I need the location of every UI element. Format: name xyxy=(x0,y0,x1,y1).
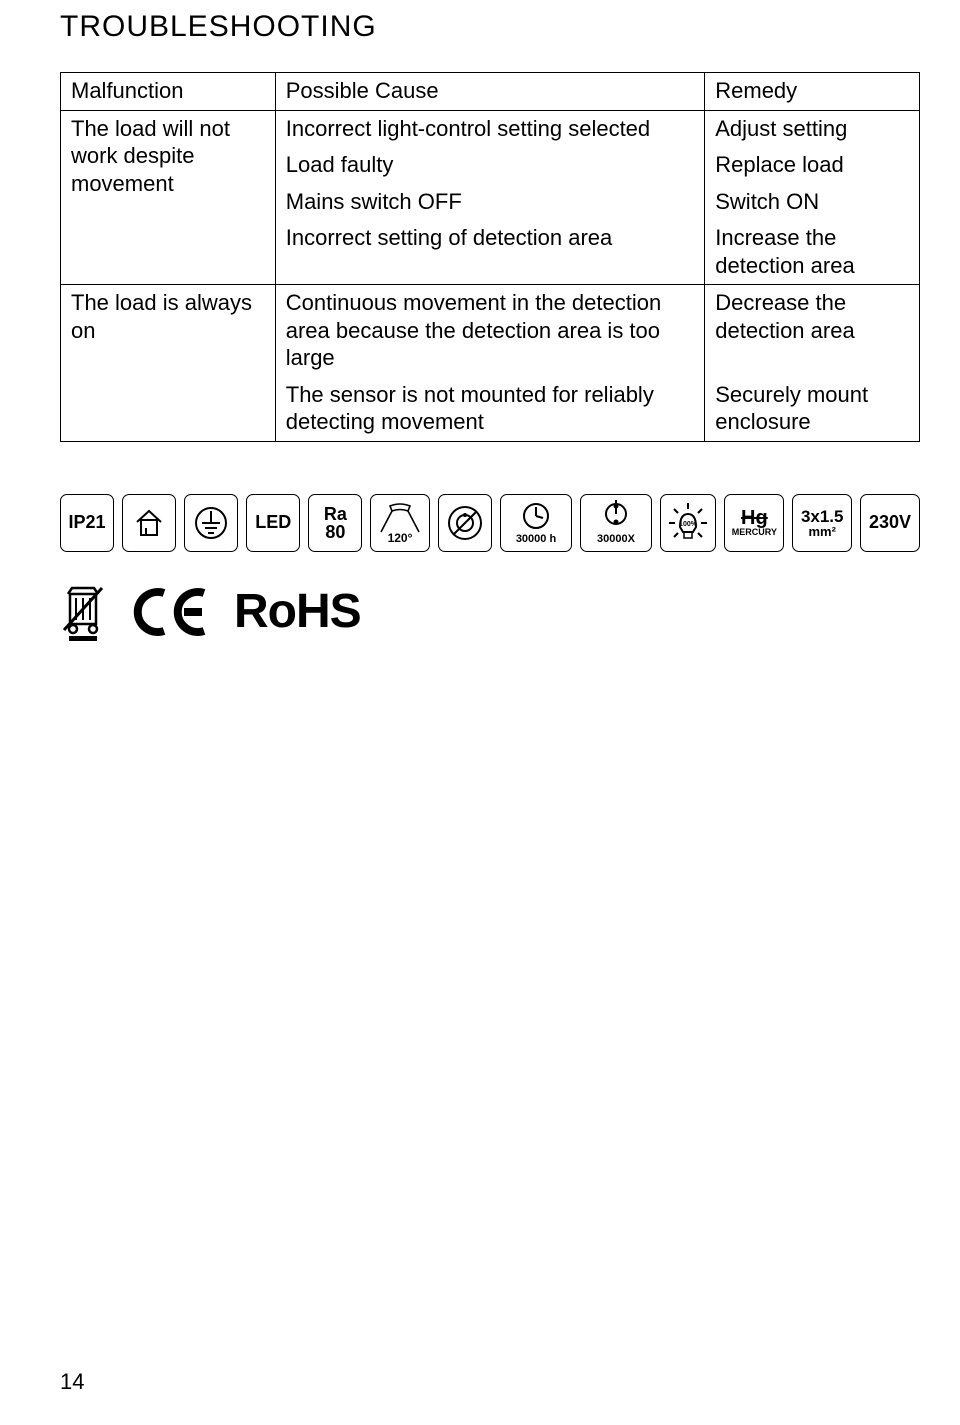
header-cause: Possible Cause xyxy=(275,73,705,111)
wire-gauge-stamp: 3x1.5 mm² xyxy=(792,494,852,552)
certification-row: RoHS xyxy=(60,582,920,642)
rohs-mark: RoHS xyxy=(234,584,361,639)
table-row: The load will not work despite movement … xyxy=(61,110,920,147)
spec-icon-row: IP21 LED Ra 80 xyxy=(60,494,920,552)
led-stamp: LED xyxy=(246,494,300,552)
cell-cause: Incorrect setting of detection area xyxy=(275,220,705,285)
weee-icon xyxy=(60,582,106,642)
cell-cause: Load faulty xyxy=(275,147,705,184)
cell-remedy: Increase the detection area xyxy=(705,220,920,285)
section-title: TROUBLESHOOTING xyxy=(60,10,920,44)
cell-cause: The sensor is not mounted for reliably d… xyxy=(275,377,705,442)
header-malfunction: Malfunction xyxy=(61,73,276,111)
cell-remedy: Adjust setting xyxy=(705,110,920,147)
cell-remedy: Decrease the detection area xyxy=(705,285,920,377)
cell-remedy: Replace load xyxy=(705,147,920,184)
indoor-use-icon xyxy=(122,494,176,552)
troubleshooting-table: Malfunction Possible Cause Remedy The lo… xyxy=(60,72,920,442)
wire-count: 3x1.5 xyxy=(801,508,844,525)
ce-mark-icon xyxy=(130,585,210,639)
instant-on-icon: 100% xyxy=(660,494,716,552)
beam-angle-icon: 120° xyxy=(370,494,430,552)
ra-label: Ra xyxy=(324,505,347,523)
no-mercury-icon: Hg MERCURY xyxy=(724,494,784,552)
wire-unit: mm² xyxy=(808,525,835,538)
not-dimmable-icon xyxy=(438,494,492,552)
cri-stamp: Ra 80 xyxy=(308,494,362,552)
cell-cause: Incorrect light-control setting selected xyxy=(275,110,705,147)
cell-remedy: Securely mount enclosure xyxy=(705,377,920,442)
cell-malfunction: The load is always on xyxy=(61,285,276,442)
instant-on-value: 100% xyxy=(680,521,699,528)
ra-value: 80 xyxy=(325,523,345,541)
protective-earth-icon xyxy=(184,494,238,552)
switching-cycles-value: 30000X xyxy=(598,533,637,545)
lifetime-hours-icon: 30000 h xyxy=(500,494,572,552)
table-row: The load is always on Continuous movemen… xyxy=(61,285,920,377)
header-remedy: Remedy xyxy=(705,73,920,111)
beam-angle-value: 120° xyxy=(388,531,413,545)
mercury-label: MERCURY xyxy=(732,528,777,537)
ip-rating-stamp: IP21 xyxy=(60,494,114,552)
page-number: 14 xyxy=(60,1369,84,1395)
table-header-row: Malfunction Possible Cause Remedy xyxy=(61,73,920,111)
cell-remedy: Switch ON xyxy=(705,184,920,221)
switching-cycles-icon: 30000X xyxy=(580,494,652,552)
hg-symbol: Hg xyxy=(741,508,768,528)
cell-malfunction: The load will not work despite movement xyxy=(61,110,276,285)
lifetime-hours-value: 30000 h xyxy=(516,533,557,545)
cell-cause: Continuous movement in the detection are… xyxy=(275,285,705,377)
voltage-stamp: 230V xyxy=(860,494,920,552)
cell-cause: Mains switch OFF xyxy=(275,184,705,221)
